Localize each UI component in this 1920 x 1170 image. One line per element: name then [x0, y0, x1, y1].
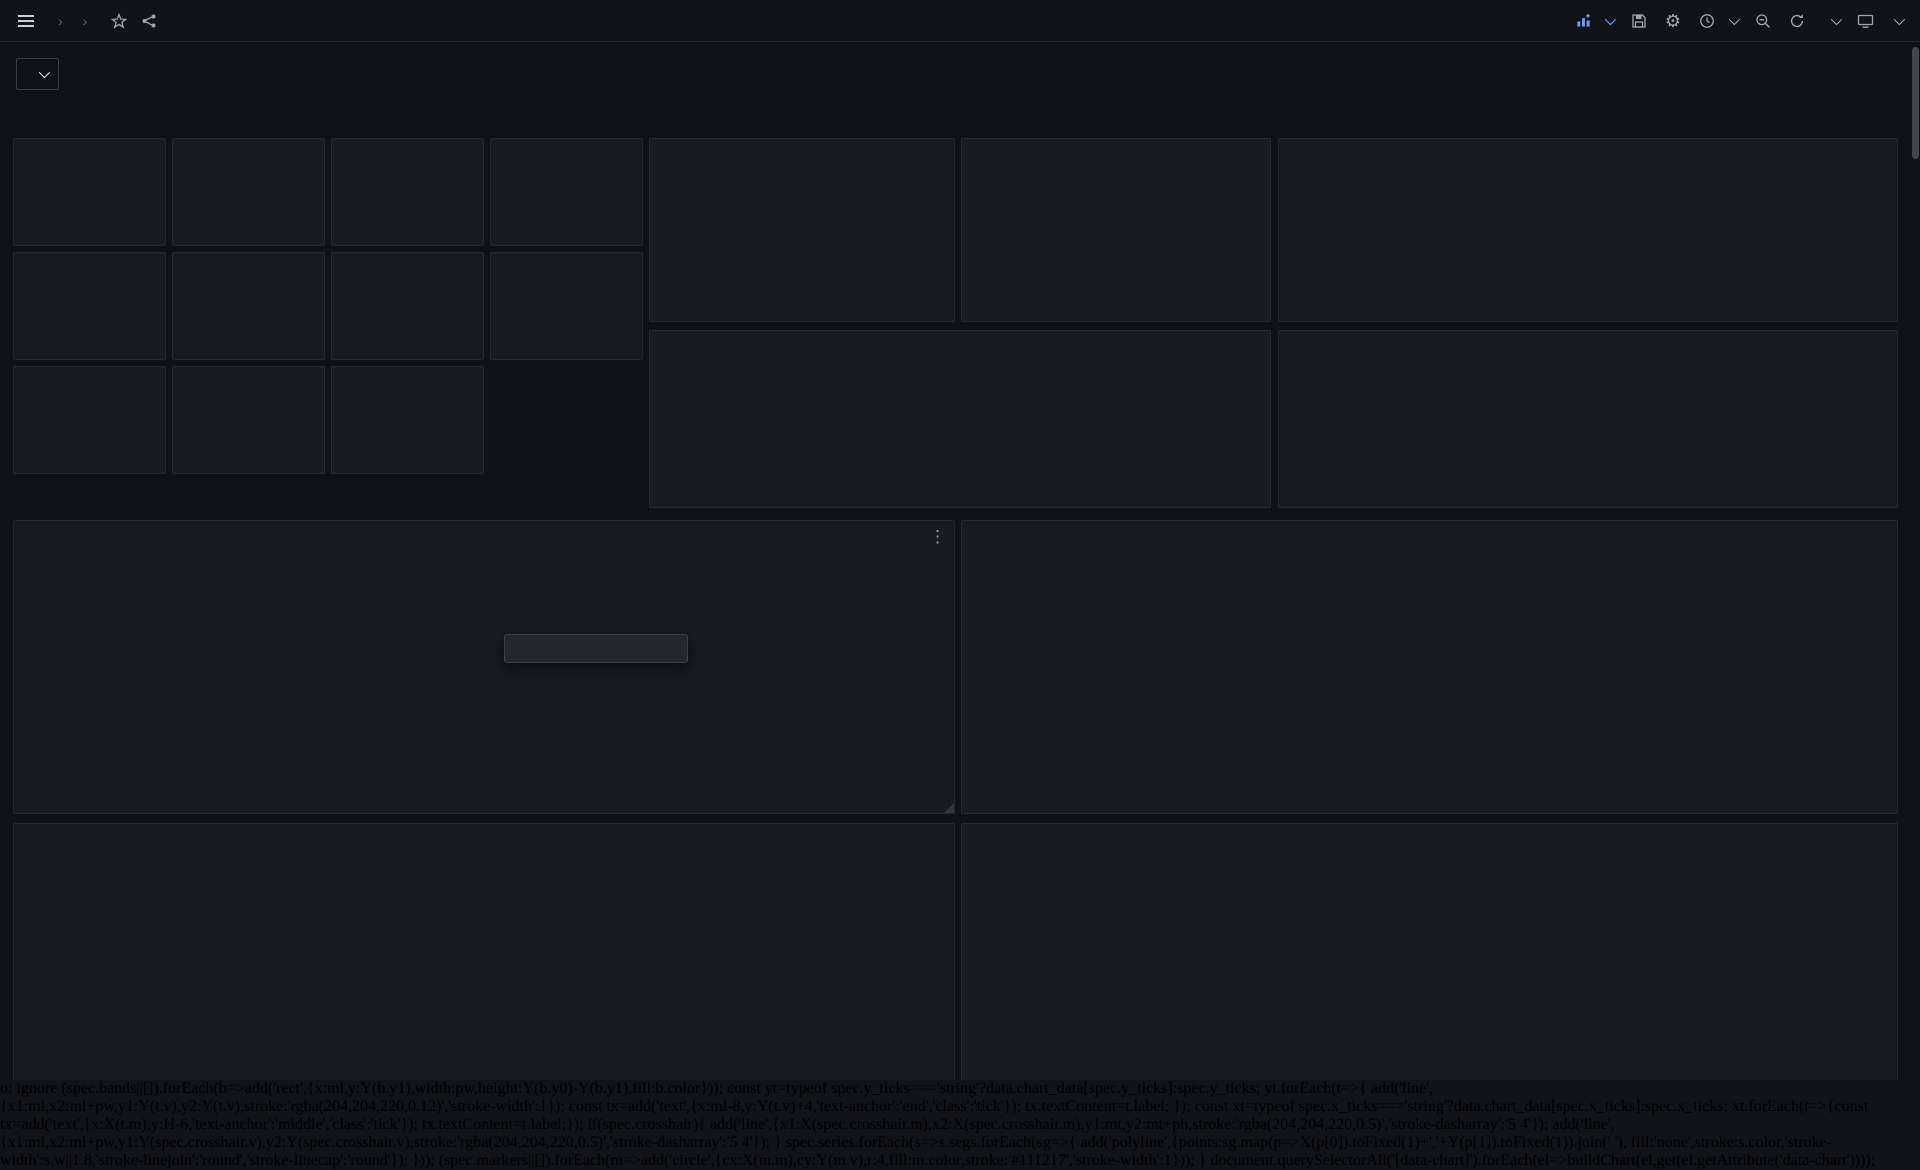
- dashboard-canvas: ⋮: [0, 42, 1920, 1080]
- panel-node-health-history: [1278, 330, 1898, 508]
- panel-osd-states: [961, 823, 1898, 1080]
- panel-maintenance-stat: [331, 138, 484, 246]
- add-chart-icon: [1576, 13, 1591, 28]
- dashboard-settings-button[interactable]: ⚙: [1665, 12, 1681, 30]
- panel-title[interactable]: [332, 367, 483, 375]
- chart-tooltip: [504, 634, 688, 663]
- top-nav: › › ⚙: [0, 0, 1920, 42]
- panel-title[interactable]: [14, 824, 954, 832]
- panel-title[interactable]: [962, 824, 1897, 832]
- panel-title[interactable]: [173, 139, 324, 147]
- save-icon: [1631, 13, 1647, 29]
- panel-title[interactable]: [1279, 331, 1897, 339]
- chevron-down-icon: [1729, 13, 1740, 24]
- panel-cluster-stat: [13, 138, 166, 246]
- star-icon: [111, 13, 127, 29]
- clock-icon: [1699, 13, 1715, 29]
- zoom-out-icon: [1755, 13, 1771, 29]
- osd-states-chart[interactable]: [970, 856, 1653, 1080]
- panel-title[interactable]: [14, 367, 165, 375]
- vm-states-chart[interactable]: [22, 856, 710, 1080]
- refresh-interval-picker[interactable]: [1823, 17, 1839, 25]
- legend-table: [1653, 856, 1891, 1080]
- scrollbar-thumb[interactable]: [1912, 47, 1919, 159]
- cluster-health-history-chart[interactable]: [1287, 171, 1891, 315]
- panel-title[interactable]: [962, 521, 1897, 529]
- panel-snapshots-stat: [331, 366, 484, 474]
- panel-title[interactable]: [491, 253, 642, 261]
- panel-node-daemon-states: ⋮: [13, 520, 955, 814]
- panel-node-domain-states: [961, 520, 1898, 814]
- chevron-down-icon: [1605, 13, 1616, 24]
- legend-table: [710, 553, 948, 807]
- refresh-icon: [1789, 13, 1805, 29]
- share-icon: [141, 13, 157, 29]
- cluster-health-gauge: [962, 169, 1270, 317]
- panel-title[interactable]: [962, 139, 1270, 147]
- panel-cluster-faults: [649, 138, 955, 322]
- panel-vms-stat: [172, 252, 325, 360]
- gear-icon: ⚙: [1665, 12, 1681, 30]
- panel-vm-states: [13, 823, 955, 1080]
- panel-menu-icon[interactable]: ⋮: [929, 528, 946, 545]
- hamburger-icon: [18, 20, 34, 22]
- panel-cluster-health: [961, 138, 1271, 322]
- node-domain-chart[interactable]: [970, 553, 1653, 807]
- zoom-out-button[interactable]: [1755, 13, 1771, 29]
- panel-title[interactable]: [650, 331, 1270, 339]
- panel-title[interactable]: [173, 253, 324, 261]
- node-daemon-chart[interactable]: [22, 553, 710, 807]
- panel-title[interactable]: [14, 139, 165, 147]
- panel-osds-stat: [490, 252, 643, 360]
- panel-title[interactable]: [173, 367, 324, 375]
- monitor-icon: [1857, 13, 1874, 29]
- legend-table: [1653, 553, 1891, 807]
- menu-toggle-button[interactable]: [18, 20, 34, 22]
- refresh-button[interactable]: [1789, 13, 1805, 29]
- legend-table: [710, 856, 948, 1080]
- panel-title[interactable]: [14, 521, 954, 529]
- breadcrumb-separator: ›: [83, 13, 88, 29]
- add-panel-button[interactable]: [1576, 13, 1613, 28]
- save-dashboard-button[interactable]: [1631, 13, 1647, 29]
- chevron-down-icon: [1894, 13, 1905, 24]
- panel-primary-node-stat: [172, 138, 325, 246]
- time-range-picker[interactable]: [1699, 13, 1737, 29]
- chevron-down-icon: [39, 67, 50, 78]
- panel-resize-handle[interactable]: [944, 803, 954, 813]
- panel-title[interactable]: [1279, 139, 1897, 147]
- node-health-history-chart[interactable]: [1287, 363, 1891, 501]
- scrollbar[interactable]: [1911, 43, 1919, 1080]
- chevron-down-icon: [1831, 13, 1842, 24]
- grafana-app: › › ⚙: [0, 0, 1920, 1080]
- breadcrumb-separator: ›: [58, 13, 63, 29]
- tv-mode-button[interactable]: [1857, 13, 1874, 29]
- variable-cluster-dropdown[interactable]: [16, 58, 59, 90]
- panel-version-stat: [490, 138, 643, 246]
- share-button[interactable]: [141, 13, 157, 29]
- panel-title[interactable]: [491, 139, 642, 147]
- node-health-gauges: [650, 361, 1270, 503]
- panel-title[interactable]: [332, 253, 483, 261]
- panel-nodes-stat: [13, 252, 166, 360]
- panel-cluster-health-history: [1278, 138, 1898, 322]
- panel-volumes-stat: [172, 366, 325, 474]
- favorite-star-button[interactable]: [111, 13, 127, 29]
- collapse-nav-button[interactable]: [1892, 17, 1902, 25]
- breadcrumb: › ›: [48, 13, 97, 29]
- panel-pools-stat: [13, 366, 166, 474]
- panel-title[interactable]: [14, 253, 165, 261]
- panel-networks-stat: [331, 252, 484, 360]
- panel-title[interactable]: [650, 139, 954, 147]
- panel-title[interactable]: [332, 139, 483, 147]
- panel-node-health: [649, 330, 1271, 508]
